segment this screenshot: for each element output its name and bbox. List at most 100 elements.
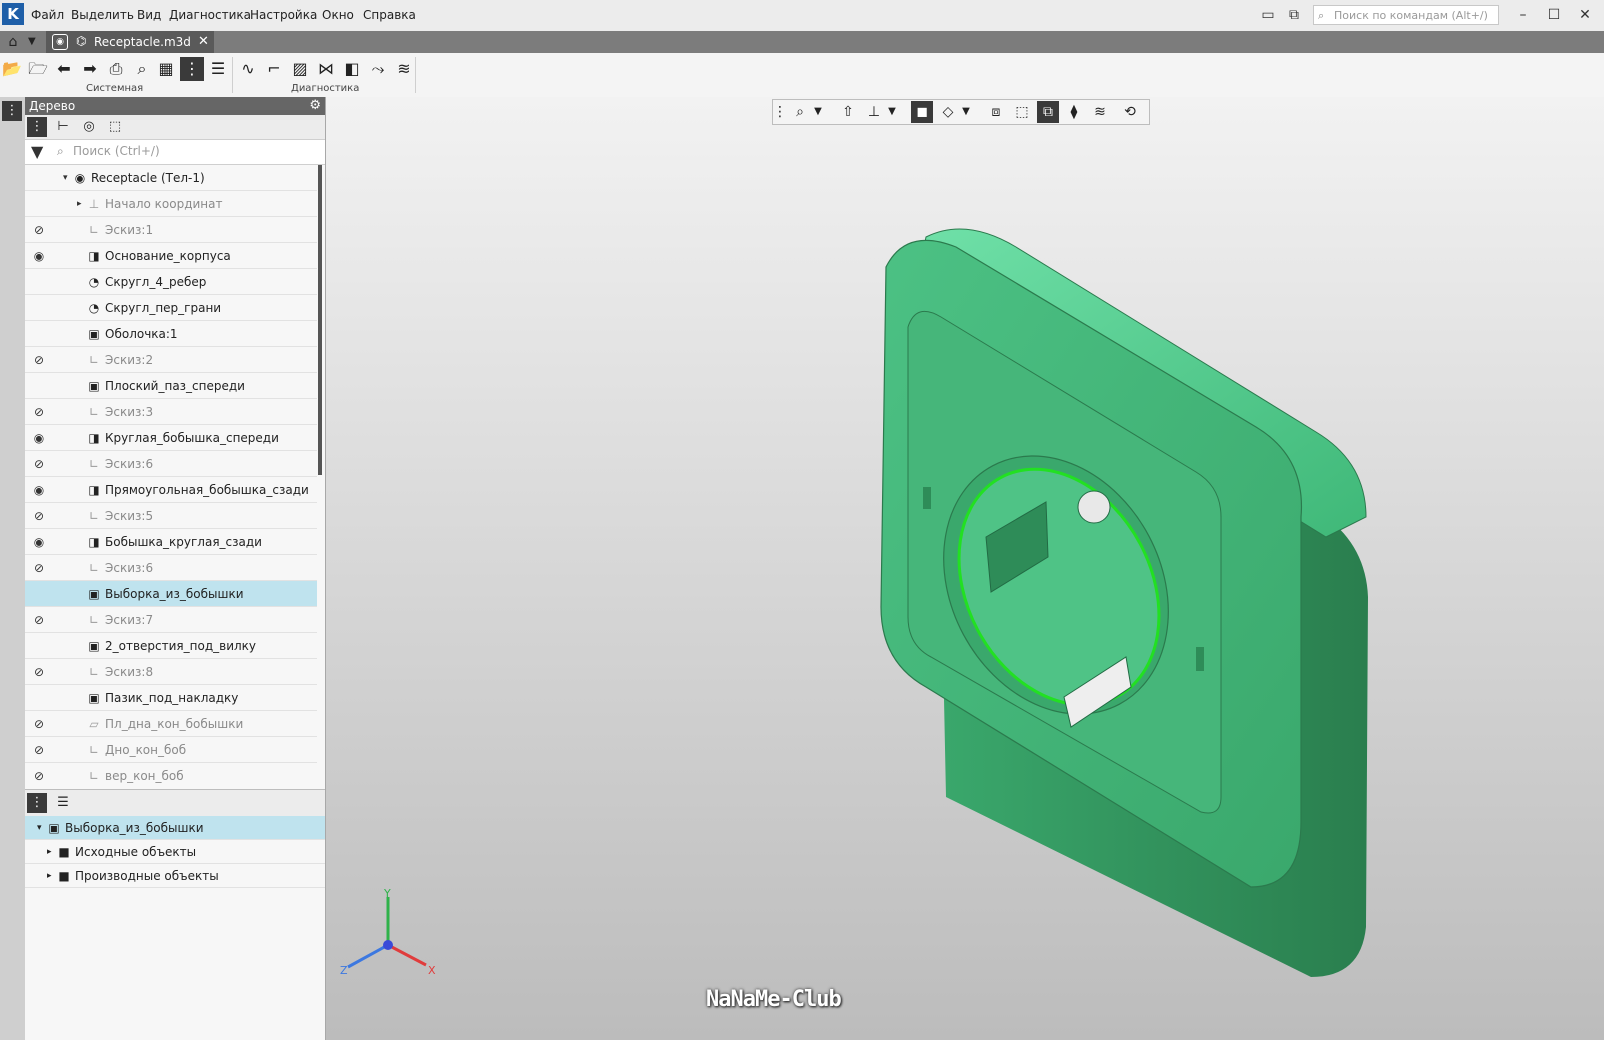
print-icon[interactable]: ⎙ — [104, 57, 128, 81]
diag-measure-icon[interactable]: ⤳ — [366, 57, 390, 81]
diag-sketch-icon[interactable]: ⌐ — [262, 57, 286, 81]
relation-row[interactable]: ▾ ▣ Выборка_из_бобышки — [25, 816, 325, 840]
tree-row[interactable]: ◔ Скругл_4_ребер — [25, 269, 317, 295]
tree-scrollbar[interactable] — [318, 165, 322, 475]
expand-right-icon[interactable]: ▸ — [47, 840, 52, 864]
menu-window[interactable]: Окно — [322, 8, 354, 22]
tree-search-input[interactable]: ⌕ Поиск (Ctrl+/) — [51, 140, 323, 162]
eye-hidden-icon[interactable]: ⊘ — [29, 607, 49, 633]
eye-icon[interactable]: ◉ — [29, 529, 49, 555]
menu-help[interactable]: Справка — [363, 8, 416, 22]
tree-hierarchy-icon[interactable]: ⊢ — [53, 117, 73, 137]
tree-row-label: Дно_кон_боб — [105, 743, 187, 757]
tree-row[interactable]: ◉ ◨ Прямоугольная_бобышка_сзади — [25, 477, 317, 503]
expand-down-icon[interactable]: ▾ — [37, 816, 42, 840]
relation-row[interactable]: ▸ ■ Производные объекты — [25, 864, 325, 888]
tree-row[interactable]: ⊘ ∟ Эскиз:1 — [25, 217, 317, 243]
3d-viewport[interactable]: ⋮ ⌕ ▼ ⇧ ⊥ ▼ ◼ ◇ ▼ ⧈ ⬚ ⧉ ⧫ ≋ ⟲ Y X Z NaNa… — [326, 97, 1604, 1040]
tree-select-icon[interactable]: ⬚ — [105, 117, 125, 137]
parameters-icon[interactable]: ☰ — [206, 57, 230, 81]
eye-hidden-icon[interactable]: ⊘ — [29, 503, 49, 529]
tree-row[interactable]: ▣ Плоский_паз_спереди — [25, 373, 317, 399]
eye-icon[interactable]: ◉ — [29, 243, 49, 269]
eye-hidden-icon[interactable]: ⊘ — [29, 659, 49, 685]
eye-hidden-icon[interactable]: ⊘ — [29, 347, 49, 373]
tree-row[interactable]: ◉ ◨ Круглая_бобышка_спереди — [25, 425, 317, 451]
tree-row[interactable]: ▣ Пазик_под_накладку — [25, 685, 317, 711]
tab-dropdown-icon[interactable]: ▼ — [28, 33, 40, 51]
diag-intersect-icon[interactable]: ⋈ — [314, 57, 338, 81]
eye-hidden-icon[interactable]: ⊘ — [29, 451, 49, 477]
minimize-button[interactable]: – — [1512, 5, 1534, 25]
tree-row[interactable]: ◉ ◨ Основание_корпуса — [25, 243, 317, 269]
relation-row[interactable]: ▸ ■ Исходные объекты — [25, 840, 325, 864]
tree-row-label: Бобышка_круглая_сзади — [105, 535, 262, 549]
part-file-icon: ⌬ — [76, 34, 87, 48]
model-view[interactable]: Y X Z — [326, 97, 1604, 1040]
tree-row[interactable]: ▣ Оболочка:1 — [25, 321, 317, 347]
command-search-input[interactable]: ⌕ Поиск по командам (Alt+/) — [1313, 5, 1499, 25]
tree-row[interactable]: ⊘ ▱ Пл_дна_кон_бобышки — [25, 711, 317, 737]
sketch-icon: ∟ — [88, 509, 100, 523]
tree-row[interactable]: ▣ Выборка_из_бобышки — [25, 581, 317, 607]
tree-row[interactable]: ▾ ◉ Receptacle (Тел-1) — [25, 165, 317, 191]
open-folder-icon[interactable]: 📂 — [0, 57, 24, 81]
tree-3d-icon[interactable]: ◎ — [79, 117, 99, 137]
home-icon[interactable]: ⌂ — [4, 33, 22, 51]
tree-row[interactable]: ▣ 2_отверстия_под_вилку — [25, 633, 317, 659]
bottom-tree-icon[interactable]: ⋮ — [27, 793, 47, 813]
redo-icon[interactable]: ➡ — [78, 57, 102, 81]
eye-icon[interactable]: ◉ — [29, 477, 49, 503]
menu-file[interactable]: Файл — [31, 8, 64, 22]
expand-right-icon[interactable]: ▸ — [47, 864, 52, 888]
tree-row[interactable]: ⊘ ∟ Эскиз:7 — [25, 607, 317, 633]
tree-row[interactable]: ◔ Скругл_пер_грани — [25, 295, 317, 321]
bottom-list-icon[interactable]: ☰ — [53, 793, 73, 813]
preview-icon[interactable]: ⌕ — [130, 57, 154, 81]
properties-icon[interactable]: ▦ — [154, 57, 178, 81]
tree-row[interactable]: ⊘ ∟ Дно_кон_боб — [25, 737, 317, 763]
tree-row[interactable]: ⊘ ∟ Эскиз:6 — [25, 451, 317, 477]
app-logo-icon[interactable]: K — [2, 3, 24, 25]
eye-hidden-icon[interactable]: ⊘ — [29, 711, 49, 737]
tree-row[interactable]: ▸ ⊥ Начало координат — [25, 191, 317, 217]
eye-icon[interactable]: ◉ — [29, 425, 49, 451]
tree-toggle-icon[interactable]: ⋮ — [180, 57, 204, 81]
tree-row[interactable]: ⊘ ∟ Эскиз:3 — [25, 399, 317, 425]
open-file-icon[interactable]: 🗁 — [26, 57, 50, 81]
eye-hidden-icon[interactable]: ⊘ — [29, 217, 49, 243]
tree-row[interactable]: ⊘ ∟ Эскиз:6 — [25, 555, 317, 581]
close-tab-icon[interactable]: ✕ — [198, 31, 209, 53]
tree-row[interactable]: ⊘ ∟ Эскиз:8 — [25, 659, 317, 685]
menu-settings[interactable]: Настройка — [250, 8, 317, 22]
maximize-button[interactable]: ☐ — [1543, 5, 1565, 25]
diag-solid-icon[interactable]: ◧ — [340, 57, 364, 81]
tree-row[interactable]: ⊘ ∟ вер_кон_боб — [25, 763, 317, 787]
tree-row[interactable]: ⊘ ∟ Эскиз:2 — [25, 347, 317, 373]
menu-select[interactable]: Выделить — [71, 8, 134, 22]
document-tab[interactable]: ◉ ⌬ Receptacle.m3d ✕ — [46, 31, 214, 53]
expand-down-icon[interactable]: ▾ — [63, 165, 68, 191]
tree-panel-icon[interactable]: ⋮ — [2, 101, 22, 121]
fillet-icon: ◔ — [88, 301, 100, 315]
menu-view[interactable]: Вид — [137, 8, 161, 22]
close-window-button[interactable]: ✕ — [1574, 5, 1596, 25]
tree-row[interactable]: ◉ ◨ Бобышка_круглая_сзади — [25, 529, 317, 555]
eye-hidden-icon[interactable]: ⊘ — [29, 399, 49, 425]
axis-triad — [347, 897, 427, 969]
eye-hidden-icon[interactable]: ⊘ — [29, 763, 49, 787]
filter-icon[interactable]: ▼ — [31, 142, 43, 161]
eye-hidden-icon[interactable]: ⊘ — [29, 555, 49, 581]
diag-layers-icon[interactable]: ≋ — [392, 57, 416, 81]
expand-right-icon[interactable]: ▸ — [77, 191, 82, 217]
diag-curve-icon[interactable]: ∿ — [236, 57, 260, 81]
tree-row[interactable]: ⊘ ∟ Эскиз:5 — [25, 503, 317, 529]
tree-structure-icon[interactable]: ⋮ — [27, 117, 47, 137]
diag-hatch-icon[interactable]: ▨ — [288, 57, 312, 81]
gear-icon[interactable]: ⚙ — [309, 97, 321, 115]
undo-icon[interactable]: ⬅ — [52, 57, 76, 81]
layout-icon[interactable]: ▭ — [1257, 5, 1279, 25]
menu-diagnostics[interactable]: Диагностика — [169, 8, 251, 22]
screen-settings-icon[interactable]: ⧉ — [1283, 5, 1305, 25]
eye-hidden-icon[interactable]: ⊘ — [29, 737, 49, 763]
